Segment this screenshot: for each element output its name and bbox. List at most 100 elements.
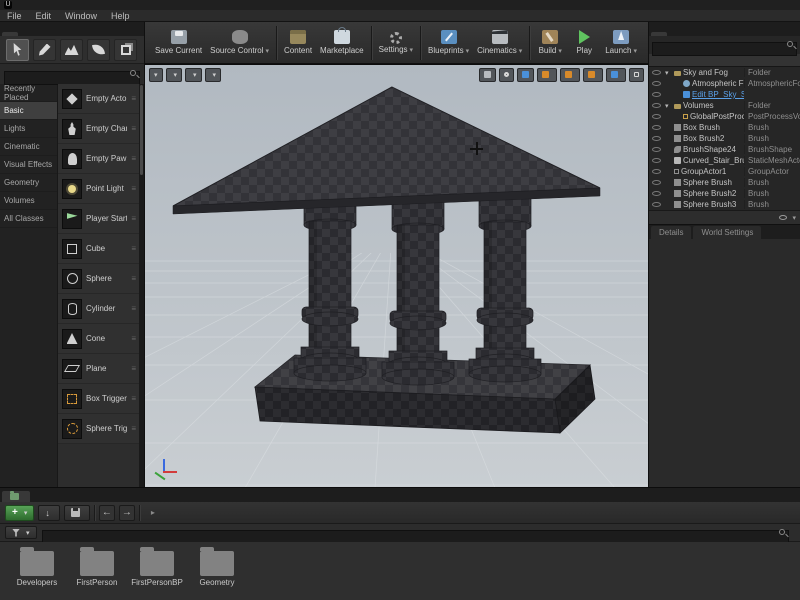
actor-label[interactable]: Volumes xyxy=(683,101,714,110)
transform-scale-icon[interactable] xyxy=(517,68,534,82)
placeable-item[interactable]: Cone ≡ xyxy=(58,324,139,354)
folder-firstperson[interactable]: FirstPerson xyxy=(68,545,126,587)
geometry-mode-icon[interactable] xyxy=(114,39,137,61)
actor-label[interactable]: Sky and Fog xyxy=(683,68,728,77)
visibility-eye-icon[interactable] xyxy=(652,202,661,207)
launch-button[interactable]: Launch ▾ xyxy=(601,24,641,62)
back-button[interactable]: ← xyxy=(99,505,115,521)
outliner-row[interactable]: Sphere Brush Brush xyxy=(649,177,800,188)
expand-arrow-icon[interactable] xyxy=(665,69,672,77)
placeable-item[interactable]: Sphere Trigger ≡ xyxy=(58,414,139,444)
asset-thumbnail[interactable] xyxy=(200,551,234,576)
visibility-eye-icon[interactable] xyxy=(652,70,661,75)
category-item[interactable]: Volumes xyxy=(0,192,57,210)
actor-label[interactable]: GlobalPostProcessVolume xyxy=(690,112,744,121)
paint-mode-icon[interactable] xyxy=(33,39,56,61)
drag-grip-icon[interactable]: ≡ xyxy=(131,94,137,103)
outliner-row[interactable]: Box Brush2 Brush xyxy=(649,133,800,144)
outliner-row[interactable]: Volumes Folder xyxy=(649,100,800,111)
visibility-eye-icon[interactable] xyxy=(652,180,661,185)
drag-grip-icon[interactable]: ≡ xyxy=(131,274,137,283)
placeable-item[interactable]: Point Light ≡ xyxy=(58,174,139,204)
category-item[interactable]: Cinematic xyxy=(0,138,57,156)
camera-speed-button[interactable] xyxy=(606,68,626,82)
marketplace-button[interactable]: Marketplace xyxy=(316,24,368,62)
save-all-button[interactable] xyxy=(64,505,90,521)
outliner-row[interactable]: Atmospheric Fog AtmosphericFog xyxy=(649,78,800,89)
drag-grip-icon[interactable]: ≡ xyxy=(131,394,137,403)
actor-label[interactable]: GroupActor1 xyxy=(681,167,726,176)
outliner-row[interactable]: Curved_Stair_Brush_StaticMesh StaticMesh… xyxy=(649,155,800,166)
outliner-row[interactable]: Sphere Brush3 Brush xyxy=(649,199,800,210)
expand-arrow-icon[interactable] xyxy=(665,102,672,110)
dropdown-caret-icon[interactable]: ▾ xyxy=(519,47,523,55)
visibility-eye-icon[interactable] xyxy=(652,125,661,130)
forward-button[interactable]: → xyxy=(119,505,135,521)
transform-move-icon[interactable] xyxy=(479,68,496,82)
folder-firstpersonbp[interactable]: FirstPersonBP xyxy=(128,545,186,587)
actor-label[interactable]: Sphere Brush2 xyxy=(683,189,736,198)
perspective-button[interactable]: ▾ xyxy=(166,68,183,82)
import-button[interactable]: ↓ xyxy=(38,505,60,521)
placeable-item[interactable]: Box Trigger ≡ xyxy=(58,384,139,414)
drag-grip-icon[interactable]: ≡ xyxy=(131,304,137,313)
placeable-item[interactable]: Empty Pawn ≡ xyxy=(58,144,139,174)
menu-item[interactable]: File xyxy=(0,10,29,21)
dropdown-caret-icon[interactable]: ▾ xyxy=(633,47,637,55)
outliner-row[interactable]: GlobalPostProcessVolume PostProcessVolum… xyxy=(649,111,800,122)
build-button[interactable]: Build ▾ xyxy=(533,24,567,62)
cinematics-button[interactable]: Cinematics ▾ xyxy=(473,24,526,62)
visibility-eye-icon[interactable] xyxy=(652,158,661,163)
tab-world-outliner[interactable] xyxy=(651,32,667,36)
drag-grip-icon[interactable]: ≡ xyxy=(131,364,137,373)
drag-grip-icon[interactable]: ≡ xyxy=(131,244,137,253)
dropdown-caret-icon[interactable]: ▾ xyxy=(410,46,414,54)
outliner-search-input[interactable] xyxy=(652,42,797,56)
asset-thumbnail[interactable] xyxy=(80,551,114,576)
visibility-eye-icon[interactable] xyxy=(652,147,661,152)
details-tab[interactable]: World Settings xyxy=(693,226,761,239)
visibility-eye-icon[interactable] xyxy=(652,114,661,119)
details-tab[interactable]: Details xyxy=(651,226,691,239)
breadcrumb[interactable]: ▸ xyxy=(144,508,159,517)
outliner-row[interactable]: Box Brush Brush xyxy=(649,122,800,133)
transform-rotate-icon[interactable] xyxy=(499,68,514,82)
drag-grip-icon[interactable]: ≡ xyxy=(131,214,137,223)
visibility-eye-icon[interactable] xyxy=(652,81,661,86)
add-new-button[interactable]: + ▾ xyxy=(5,505,34,521)
dropdown-caret-icon[interactable]: ▾ xyxy=(558,47,562,55)
rotation-snap-button[interactable] xyxy=(560,68,580,82)
placeable-item[interactable]: Empty Character ≡ xyxy=(58,114,139,144)
asset-thumbnail[interactable] xyxy=(20,551,54,576)
menu-item[interactable]: Help xyxy=(104,10,137,21)
outliner-row[interactable]: GroupActor1 GroupActor xyxy=(649,166,800,177)
category-item[interactable]: Basic xyxy=(0,102,57,120)
menu-item[interactable]: Window xyxy=(58,10,104,21)
category-item[interactable]: Visual Effects xyxy=(0,156,57,174)
actor-label[interactable]: Sphere Brush3 xyxy=(683,200,736,209)
viewport-3d[interactable]: ▾ ▾ ▾ ▾ xyxy=(145,64,648,487)
filters-button[interactable]: ▾ xyxy=(5,526,37,539)
actor-label[interactable]: Sphere Brush xyxy=(683,178,732,187)
source-control-button[interactable]: Source Control ▾ xyxy=(206,24,273,62)
settings-button[interactable]: Settings ▾ xyxy=(375,24,417,62)
placeable-item[interactable]: Cylinder ≡ xyxy=(58,294,139,324)
play-button[interactable]: Play xyxy=(567,24,601,62)
outliner-row[interactable]: BrushShape24 BrushShape xyxy=(649,144,800,155)
placeable-item[interactable]: Empty Actor ≡ xyxy=(58,84,139,114)
save-current-button[interactable]: Save Current xyxy=(151,24,206,62)
scrollbar-thumb[interactable] xyxy=(140,85,143,175)
actor-label[interactable]: BrushShape24 xyxy=(683,145,736,154)
dropdown-caret-icon[interactable]: ▾ xyxy=(266,47,270,55)
show-button[interactable]: ▾ xyxy=(205,68,222,82)
drag-grip-icon[interactable]: ≡ xyxy=(131,334,137,343)
category-item[interactable]: All Classes xyxy=(0,210,57,228)
dropdown-caret-icon[interactable]: ▾ xyxy=(466,47,470,55)
placeable-item[interactable]: Plane ≡ xyxy=(58,354,139,384)
placeable-item[interactable]: Sphere ≡ xyxy=(58,264,139,294)
grid-snap-button[interactable] xyxy=(537,68,557,82)
actor-label[interactable]: Box Brush2 xyxy=(683,134,724,143)
menu-item[interactable]: Edit xyxy=(29,10,59,21)
outliner-row[interactable]: Edit BP_Sky_Sphere xyxy=(649,89,800,100)
search-classes-input[interactable] xyxy=(4,71,140,85)
